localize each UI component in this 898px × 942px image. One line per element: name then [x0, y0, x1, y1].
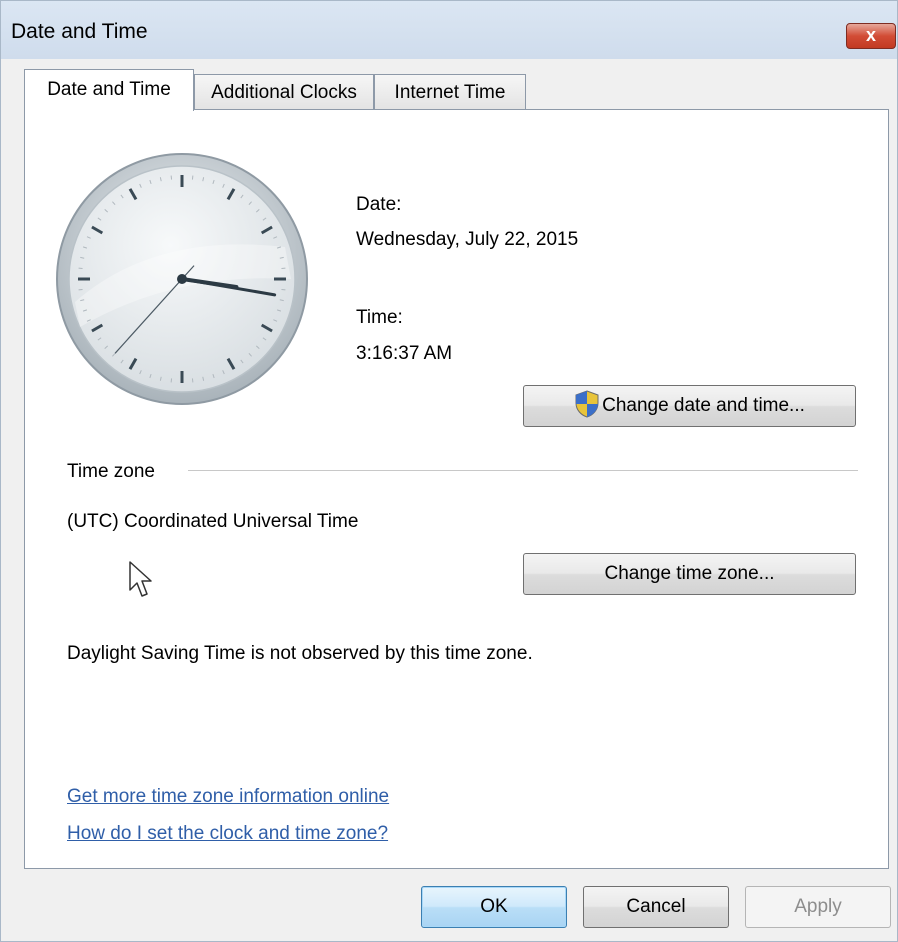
ok-button[interactable]: OK: [421, 886, 567, 928]
tab-label: Date and Time: [47, 79, 171, 100]
ok-label: OK: [480, 896, 508, 917]
clock-help-link[interactable]: How do I set the clock and time zone?: [67, 823, 388, 845]
clock-center: [177, 274, 187, 284]
apply-button[interactable]: Apply: [745, 886, 891, 928]
apply-label: Apply: [794, 896, 842, 917]
date-label: Date:: [356, 194, 402, 215]
time-value: 3:16:37 AM: [356, 343, 453, 364]
title-bar[interactable]: Date and Time x: [1, 1, 897, 59]
close-icon: x: [865, 25, 876, 45]
mouse-pointer-icon: [129, 561, 152, 597]
change-date-time-label: Change date and time...: [602, 395, 805, 416]
time-zone-info-link[interactable]: Get more time zone information online: [67, 786, 389, 808]
cancel-label: Cancel: [626, 896, 686, 917]
close-button[interactable]: x: [846, 23, 896, 49]
date-value: Wednesday, July 22, 2015: [356, 229, 579, 250]
time-zone-value: (UTC) Coordinated Universal Time: [67, 511, 359, 532]
tab-label: Internet Time: [394, 82, 506, 103]
change-time-zone-label: Change time zone...: [604, 563, 775, 584]
tab-label: Additional Clocks: [211, 82, 357, 103]
dst-note: Daylight Saving Time is not observed by …: [67, 643, 533, 664]
window-title: Date and Time: [11, 20, 148, 43]
time-label: Time:: [356, 307, 403, 328]
change-time-zone-button[interactable]: Change time zone...: [523, 553, 856, 595]
tab-additional-clocks[interactable]: Additional Clocks: [194, 74, 374, 110]
time-zone-separator: [188, 470, 858, 471]
change-date-time-button[interactable]: Change date and time...: [523, 385, 856, 427]
time-zone-heading: Time zone: [67, 461, 165, 483]
uac-shield-icon: [575, 390, 599, 418]
tab-internet-time[interactable]: Internet Time: [374, 74, 526, 110]
tab-date-and-time[interactable]: Date and Time: [24, 69, 194, 111]
cancel-button[interactable]: Cancel: [583, 886, 729, 928]
analog-clock-icon: [56, 153, 308, 405]
